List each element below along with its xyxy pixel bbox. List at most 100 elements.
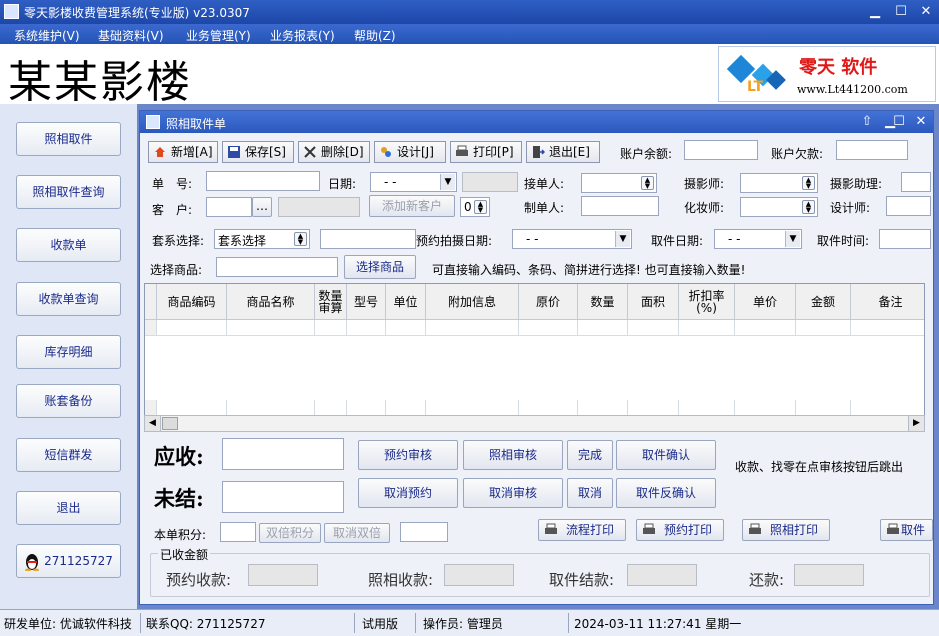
photo-print-button[interactable]: 照相打印 xyxy=(742,519,830,541)
spin-icon[interactable]: ▲ ▼ xyxy=(802,200,815,214)
package-label: 套系选择: xyxy=(152,234,205,248)
exit-button[interactable]: 退出[E] xyxy=(526,141,600,163)
studio-name: 某某影楼 xyxy=(8,57,192,108)
col-quantity[interactable]: 数量 xyxy=(578,284,628,320)
svg-text:LT: LT xyxy=(747,79,764,95)
goods-table[interactable]: 商品编码 商品名称 数量 审算 型号 单位 附加信息 原价 数量 面积 折扣率 … xyxy=(144,283,925,431)
scroll-thumb[interactable] xyxy=(162,417,178,430)
sidebar-receipt-query-button[interactable]: 收款单查询 xyxy=(16,282,121,316)
booking-print-button[interactable]: 预约打印 xyxy=(636,519,724,541)
col-extra-info[interactable]: 附加信息 xyxy=(426,284,519,320)
col-amount[interactable]: 金额 xyxy=(796,284,851,320)
col-goods-code[interactable]: 商品编码 xyxy=(157,284,227,320)
pickup-date-picker[interactable]: - - ▼ xyxy=(714,229,802,249)
add-customer-button[interactable]: 添加新客户 xyxy=(369,195,455,217)
sidebar-qq-button[interactable]: 271125727 xyxy=(16,544,121,578)
spin-icon[interactable]: ▲ ▼ xyxy=(294,232,307,246)
status-operator: 操作员: 管理员 xyxy=(423,617,503,631)
sidebar-sms-button[interactable]: 短信群发 xyxy=(16,438,121,472)
sidebar-receipt-button[interactable]: 收款单 xyxy=(16,228,121,262)
book-audit-button[interactable]: 预约审核 xyxy=(358,440,458,470)
order-no-field[interactable] xyxy=(206,171,320,191)
sidebar-inventory-button[interactable]: 库存明细 xyxy=(16,335,121,369)
menu-basic-data[interactable]: 基础资料(V) xyxy=(98,27,164,44)
receiver-label: 接单人: xyxy=(524,177,565,191)
delete-button[interactable]: 删除[D] xyxy=(298,141,370,163)
makeup-select[interactable]: ▲ ▼ xyxy=(740,197,818,217)
photo-audit-button[interactable]: 照相审核 xyxy=(463,440,563,470)
unsettled-field[interactable] xyxy=(222,481,344,513)
col-remark[interactable]: 备注 xyxy=(851,284,924,320)
cancel-booking-button[interactable]: 取消预约 xyxy=(358,478,458,508)
sidebar-exit-button[interactable]: 退出 xyxy=(16,491,121,525)
maximize-icon[interactable]: ☐ xyxy=(892,4,910,20)
scroll-right-icon[interactable]: ▶ xyxy=(908,416,924,431)
receiver-select[interactable]: ▲ ▼ xyxy=(581,173,657,193)
photo-assistant-field[interactable] xyxy=(901,172,931,192)
exit-door-icon xyxy=(533,146,545,158)
goods-search-field[interactable] xyxy=(216,257,338,277)
minimize-icon[interactable]: ▁ xyxy=(866,4,884,20)
sidebar-backup-button[interactable]: 账套备份 xyxy=(16,384,121,418)
print-button[interactable]: 打印[P] xyxy=(450,141,522,163)
spin-icon[interactable]: ▲ ▼ xyxy=(802,176,815,190)
horizontal-scrollbar[interactable]: ◀ ▶ xyxy=(144,415,925,432)
package-detail-field[interactable] xyxy=(320,229,416,249)
points-label: 本单积分: xyxy=(154,528,207,542)
col-discount[interactable]: 折扣率 (%) xyxy=(679,284,735,320)
package-select[interactable]: 套系选择 ▲ ▼ xyxy=(214,229,310,249)
points-field[interactable] xyxy=(220,522,256,542)
maker-field[interactable] xyxy=(581,196,659,216)
photographer-select[interactable]: ▲ ▼ xyxy=(740,173,818,193)
spin-icon[interactable]: ▲ ▼ xyxy=(641,176,654,190)
complete-button[interactable]: 完成 xyxy=(567,440,613,470)
design-button[interactable]: 设计[J] xyxy=(374,141,446,163)
date-picker[interactable]: - - ▼ xyxy=(370,172,457,192)
chevron-down-icon[interactable]: ▼ xyxy=(615,231,630,247)
save-button[interactable]: 保存[S] xyxy=(222,141,294,163)
select-goods-button[interactable]: 选择商品 xyxy=(344,255,416,279)
debt-field[interactable] xyxy=(836,140,908,160)
col-goods-name[interactable]: 商品名称 xyxy=(227,284,315,320)
cancel-button[interactable]: 取消 xyxy=(567,478,613,508)
book-date-picker[interactable]: - - ▼ xyxy=(512,229,632,249)
chevron-down-icon[interactable]: ▼ xyxy=(440,174,455,190)
scroll-left-icon[interactable]: ◀ xyxy=(145,416,161,431)
double-points-button[interactable]: 双倍积分 xyxy=(259,523,321,543)
points-extra-field[interactable] xyxy=(400,522,448,542)
printer-icon xyxy=(456,145,468,156)
chevron-down-icon[interactable]: ▼ xyxy=(785,231,800,247)
col-unit[interactable]: 单位 xyxy=(386,284,426,320)
customer-browse-button[interactable]: … xyxy=(252,197,272,217)
status-datetime: 2024-03-11 11:27:41 星期一 xyxy=(574,617,742,631)
sidebar-photo-pickup-button[interactable]: 照相取件 xyxy=(16,122,121,156)
child-maximize-icon[interactable]: ☐ xyxy=(890,114,908,130)
designer-field[interactable] xyxy=(886,196,931,216)
flow-print-button[interactable]: 流程打印 xyxy=(538,519,626,541)
col-model[interactable]: 型号 xyxy=(347,284,386,320)
cancel-double-button[interactable]: 取消双倍 xyxy=(324,523,390,543)
menu-reports[interactable]: 业务报表(Y) xyxy=(270,27,335,44)
balance-field[interactable] xyxy=(684,140,758,160)
col-area[interactable]: 面积 xyxy=(628,284,679,320)
menu-system[interactable]: 系统维护(V) xyxy=(14,27,80,44)
menu-business[interactable]: 业务管理(Y) xyxy=(186,27,251,44)
pickup-unconfirm-button[interactable]: 取件反确认 xyxy=(616,478,716,508)
customer-count-spin[interactable]: 0 ▲ ▼ xyxy=(460,197,490,217)
close-icon[interactable]: ✕ xyxy=(917,4,935,20)
pickup-confirm-button[interactable]: 取件确认 xyxy=(616,440,716,470)
customer-field[interactable] xyxy=(206,197,252,217)
sidebar-photo-pickup-query-button[interactable]: 照相取件查询 xyxy=(16,175,121,209)
spin-icon[interactable]: ▲ ▼ xyxy=(474,200,487,214)
receivable-field[interactable] xyxy=(222,438,344,470)
child-pin-icon[interactable]: ⇧ xyxy=(858,114,876,130)
pickup-time-field[interactable] xyxy=(879,229,931,249)
child-close-icon[interactable]: ✕ xyxy=(912,114,930,130)
cancel-audit-button[interactable]: 取消审核 xyxy=(463,478,563,508)
pickup-print-button[interactable]: 取件 xyxy=(880,519,933,541)
col-qty-calc[interactable]: 数量 审算 xyxy=(315,284,347,320)
col-unit-price[interactable]: 单价 xyxy=(735,284,796,320)
add-button[interactable]: 新增[A] xyxy=(148,141,218,163)
col-original-price[interactable]: 原价 xyxy=(519,284,578,320)
menu-help[interactable]: 帮助(Z) xyxy=(354,27,396,44)
